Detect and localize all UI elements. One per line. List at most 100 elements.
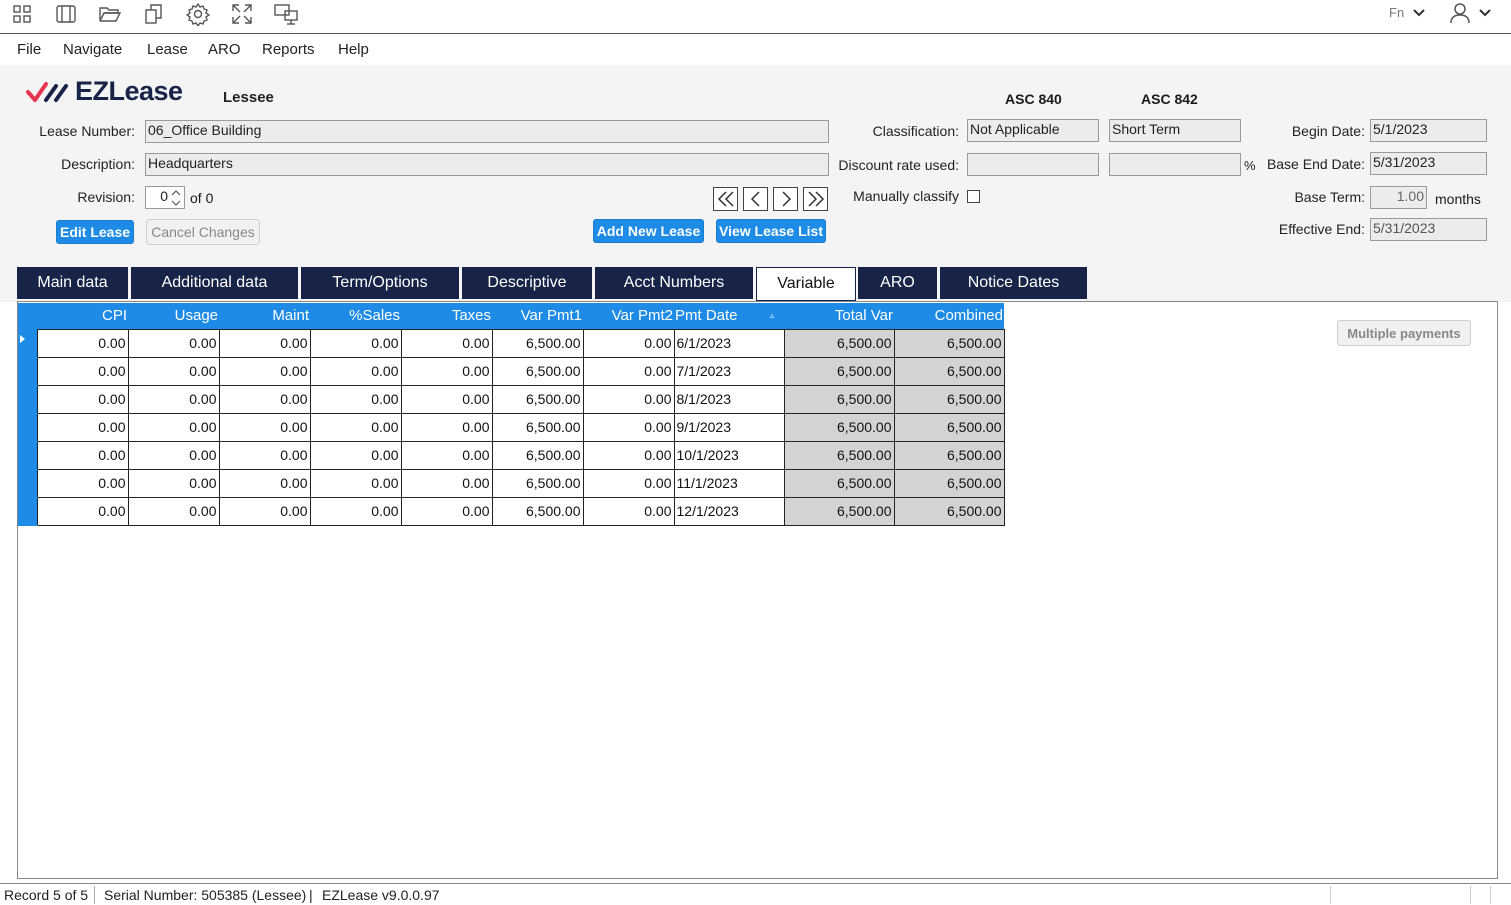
spinner-arrows-icon[interactable] xyxy=(170,188,182,208)
table-cell[interactable]: 6,500.00 xyxy=(893,356,1005,386)
table-cell[interactable]: 0.00 xyxy=(36,412,129,442)
language-indicator[interactable]: Fn xyxy=(1389,5,1404,20)
table-cell[interactable]: 0.00 xyxy=(309,328,402,358)
table-cell[interactable]: 0.00 xyxy=(582,356,675,386)
window-icon[interactable] xyxy=(53,2,79,26)
table-cell[interactable]: 6,500.00 xyxy=(491,496,584,526)
previous-record-button[interactable] xyxy=(743,187,768,211)
table-cell[interactable]: 0.00 xyxy=(127,384,220,414)
table-cell[interactable]: 0.00 xyxy=(218,328,311,358)
view-lease-list-button[interactable]: View Lease List xyxy=(716,219,826,243)
table-cell[interactable]: 10/1/2023 xyxy=(673,440,785,470)
table-cell[interactable]: 0.00 xyxy=(218,496,311,526)
table-row[interactable]: 0.00 0.00 0.00 0.00 0.00 6,500.00 0.00 10/1/202… xyxy=(18,440,1005,470)
begin-date-field[interactable]: 5/1/2023 xyxy=(1370,119,1487,142)
col-maint[interactable]: Maint xyxy=(219,303,310,329)
table-cell[interactable]: 0.00 xyxy=(400,440,493,470)
table-cell[interactable]: 0.00 xyxy=(218,384,311,414)
col-usage[interactable]: Usage xyxy=(128,303,219,329)
table-cell[interactable]: 0.00 xyxy=(582,440,675,470)
table-row[interactable]: 0.00 0.00 0.00 0.00 0.00 6,500.00 0.00 12/1/202… xyxy=(18,496,1005,526)
expand-icon[interactable] xyxy=(229,2,255,26)
tab-term-options[interactable]: Term/Options xyxy=(301,267,460,299)
table-cell[interactable]: 6,500.00 xyxy=(491,356,584,386)
col-combined[interactable]: Combined xyxy=(894,303,1004,329)
description-field[interactable]: Headquarters xyxy=(145,153,829,176)
table-cell[interactable]: 0.00 xyxy=(309,384,402,414)
table-cell[interactable]: 6,500.00 xyxy=(783,496,895,526)
table-cell[interactable]: 0.00 xyxy=(127,496,220,526)
table-cell[interactable]: 6,500.00 xyxy=(783,384,895,414)
table-cell[interactable]: 6,500.00 xyxy=(783,412,895,442)
table-cell[interactable]: 0.00 xyxy=(582,384,675,414)
table-cell[interactable]: 0.00 xyxy=(400,328,493,358)
remote-desktop-icon[interactable] xyxy=(273,2,299,26)
table-cell[interactable]: 0.00 xyxy=(582,468,675,498)
grid-icon[interactable] xyxy=(9,2,35,26)
table-cell[interactable]: 6/1/2023 xyxy=(673,328,785,358)
base-term-field[interactable]: 1.00 xyxy=(1370,186,1427,209)
table-cell[interactable]: 0.00 xyxy=(400,496,493,526)
tab-aro[interactable]: ARO xyxy=(858,267,938,299)
menu-file[interactable]: File xyxy=(17,41,41,58)
menu-reports[interactable]: Reports xyxy=(262,41,315,58)
table-cell[interactable]: 0.00 xyxy=(127,356,220,386)
effective-end-field[interactable]: 5/31/2023 xyxy=(1370,218,1487,241)
table-cell[interactable]: 0.00 xyxy=(127,328,220,358)
multiple-payments-button[interactable]: Multiple payments xyxy=(1337,320,1471,346)
tab-main-data[interactable]: Main data xyxy=(17,267,129,299)
table-cell[interactable]: 0.00 xyxy=(400,468,493,498)
table-cell[interactable]: 6,500.00 xyxy=(893,328,1005,358)
table-cell[interactable]: 12/1/2023 xyxy=(673,496,785,526)
tab-variable[interactable]: Variable xyxy=(756,267,856,301)
manually-classify-checkbox[interactable] xyxy=(967,190,980,203)
table-cell[interactable]: 8/1/2023 xyxy=(673,384,785,414)
table-cell[interactable]: 6,500.00 xyxy=(491,440,584,470)
row-selector[interactable] xyxy=(18,357,37,386)
last-record-button[interactable] xyxy=(803,187,828,211)
table-cell[interactable]: 6,500.00 xyxy=(893,440,1005,470)
table-row[interactable]: 0.00 0.00 0.00 0.00 0.00 6,500.00 0.00 8/1/2023… xyxy=(18,384,1005,414)
table-cell[interactable]: 0.00 xyxy=(218,356,311,386)
table-cell[interactable]: 6,500.00 xyxy=(491,384,584,414)
edit-lease-button[interactable]: Edit Lease xyxy=(56,220,134,244)
table-cell[interactable]: 0.00 xyxy=(582,496,675,526)
table-cell[interactable]: 6,500.00 xyxy=(893,496,1005,526)
next-record-button[interactable] xyxy=(773,187,798,211)
tab-additional-data[interactable]: Additional data xyxy=(131,267,299,299)
table-cell[interactable]: 0.00 xyxy=(36,356,129,386)
table-cell[interactable]: 11/1/2023 xyxy=(673,468,785,498)
table-cell[interactable]: 0.00 xyxy=(309,468,402,498)
chevron-down-icon[interactable] xyxy=(1478,6,1492,20)
table-row[interactable]: 0.00 0.00 0.00 0.00 0.00 6,500.00 0.00 9/1/2023… xyxy=(18,412,1005,442)
table-cell[interactable]: 0.00 xyxy=(218,440,311,470)
table-cell[interactable]: 0.00 xyxy=(36,468,129,498)
table-cell[interactable]: 6,500.00 xyxy=(893,468,1005,498)
table-cell[interactable]: 6,500.00 xyxy=(783,468,895,498)
table-cell[interactable]: 9/1/2023 xyxy=(673,412,785,442)
table-row[interactable]: 0.00 0.00 0.00 0.00 0.00 6,500.00 0.00 11/1/202… xyxy=(18,468,1005,498)
discount-rate-840-field[interactable] xyxy=(967,153,1099,176)
chevron-down-icon[interactable] xyxy=(1412,6,1426,20)
gear-icon[interactable] xyxy=(185,2,211,26)
table-cell[interactable]: 0.00 xyxy=(582,328,675,358)
col-sales[interactable]: %Sales xyxy=(310,303,401,329)
table-cell[interactable]: 0.00 xyxy=(582,412,675,442)
menu-lease[interactable]: Lease xyxy=(147,41,188,58)
table-cell[interactable]: 6,500.00 xyxy=(491,468,584,498)
col-pmt-date[interactable]: Pmt Date ▵ xyxy=(674,303,784,329)
row-selector[interactable] xyxy=(18,441,37,470)
table-cell[interactable]: 6,500.00 xyxy=(491,412,584,442)
col-var-pmt2[interactable]: Var Pmt2 xyxy=(583,303,674,329)
tab-descriptive[interactable]: Descriptive xyxy=(462,267,593,299)
table-row[interactable]: 0.00 0.00 0.00 0.00 0.00 6,500.00 0.00 7/1/2023… xyxy=(18,356,1005,386)
row-selector[interactable] xyxy=(18,469,37,498)
table-cell[interactable]: 0.00 xyxy=(309,496,402,526)
menu-navigate[interactable]: Navigate xyxy=(63,41,122,58)
col-taxes[interactable]: Taxes xyxy=(401,303,492,329)
menu-help[interactable]: Help xyxy=(338,41,369,58)
table-cell[interactable]: 0.00 xyxy=(400,412,493,442)
table-cell[interactable]: 0.00 xyxy=(309,440,402,470)
lease-number-field[interactable]: 06_Office Building xyxy=(145,120,829,143)
cancel-changes-button[interactable]: Cancel Changes xyxy=(146,219,260,245)
